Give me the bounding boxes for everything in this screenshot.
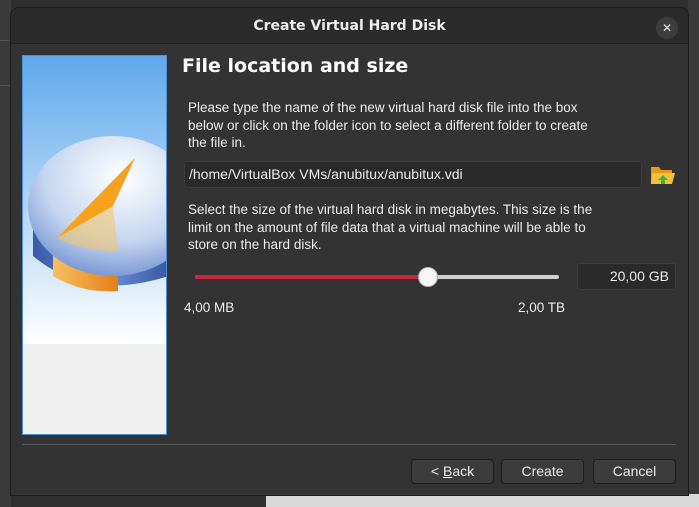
disk-pie-illustration (22, 55, 167, 435)
create-virtual-hard-disk-dialog: Create Virtual Hard Disk ✕ File location… (11, 8, 688, 495)
background-window-left (0, 0, 11, 507)
size-max-label: 2,00 TB (518, 300, 566, 315)
slider-handle[interactable] (418, 267, 438, 287)
file-path-input[interactable]: /home/VirtualBox VMs/anubitux/anubitux.v… (184, 161, 642, 188)
back-button[interactable]: < Back (411, 459, 494, 484)
size-input[interactable]: 20,00 GB (577, 263, 676, 290)
size-slider[interactable] (195, 266, 559, 288)
background-window-bottom (266, 494, 699, 507)
back-rest: ack (452, 463, 475, 479)
create-button[interactable]: Create (501, 459, 584, 484)
size-min-label: 4,00 MB (184, 300, 235, 315)
back-mnemonic: B (442, 463, 453, 479)
size-description: Select the size of the virtual hard disk… (188, 202, 593, 252)
button-divider (22, 444, 676, 445)
back-prefix: < (430, 463, 443, 479)
location-description: Please type the name of the new virtual … (188, 100, 588, 150)
folder-open-icon[interactable] (650, 163, 676, 187)
page-heading: File location and size (182, 55, 409, 77)
window-title: Create Virtual Hard Disk (253, 18, 446, 34)
title-bar: Create Virtual Hard Disk ✕ (11, 8, 688, 44)
cancel-button[interactable]: Cancel (593, 459, 676, 484)
slider-fill (195, 275, 428, 279)
close-icon[interactable]: ✕ (656, 17, 678, 39)
background-window-right (688, 0, 699, 507)
